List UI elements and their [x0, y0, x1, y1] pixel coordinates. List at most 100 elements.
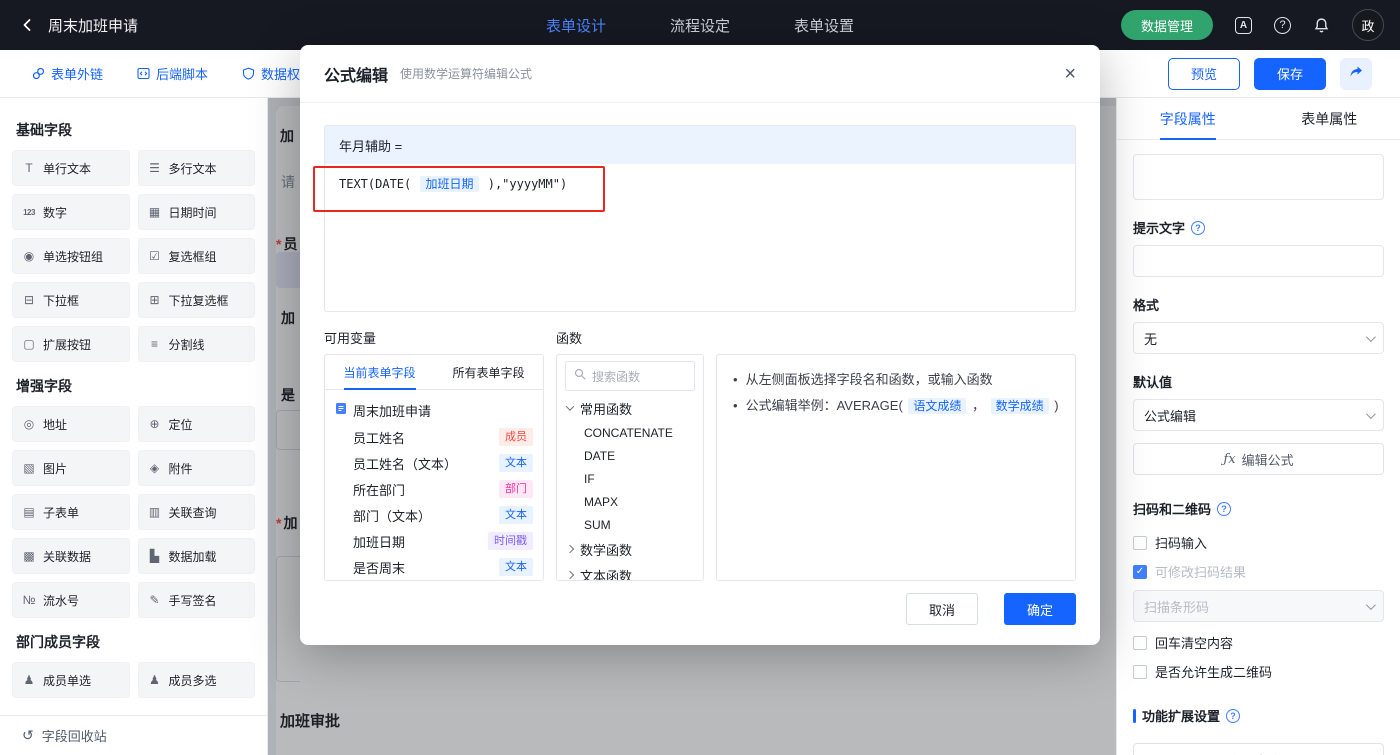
tab-flow-settings[interactable]: 流程设定: [670, 15, 730, 36]
help-icon[interactable]: ?: [1274, 16, 1291, 34]
data-manage-button[interactable]: 数据管理: [1120, 10, 1213, 40]
palette-field-label: 关联数据: [43, 549, 92, 564]
checkbox-scan-input[interactable]: ✓ 扫码输入: [1133, 528, 1384, 557]
tab-form-design[interactable]: 表单设计: [546, 15, 606, 36]
palette-field-radio-group[interactable]: ◉ 单选按钮组: [12, 238, 130, 274]
tab-form-settings[interactable]: 表单设置: [794, 15, 854, 36]
member-multi-icon: ♟: [149, 673, 160, 687]
function-item[interactable]: CONCATENATE: [565, 421, 695, 444]
search-placeholder: 搜索函数: [592, 369, 641, 384]
formula-field-tag[interactable]: 加班日期: [420, 176, 479, 192]
modal-title: 公式编辑: [324, 67, 389, 85]
variable-row[interactable]: 所在部门 部门: [325, 476, 543, 502]
function-item[interactable]: IF: [565, 467, 695, 490]
palette-field-location[interactable]: ⊕ 定位: [137, 406, 255, 442]
add-action-button[interactable]: 添加操作: [1133, 743, 1384, 755]
functions-label: 函数: [556, 331, 583, 346]
recycle-bin-label: 字段回收站: [41, 729, 107, 744]
palette-field-dropdown[interactable]: ⊟ 下拉框: [12, 282, 130, 318]
palette-field-member-multi[interactable]: ♟ 成员多选: [137, 662, 255, 698]
qr-section-title: 扫码和二维码?: [1133, 499, 1384, 518]
tab-field-properties[interactable]: 字段属性: [1117, 98, 1259, 139]
palette-field-label: 附件: [168, 461, 193, 476]
tab-form-properties[interactable]: 表单属性: [1259, 98, 1400, 139]
function-item[interactable]: SUM: [565, 513, 695, 536]
checkbox-checked-icon: ✓: [1133, 564, 1147, 579]
form-node[interactable]: 周末加班申请: [325, 396, 543, 424]
share-button[interactable]: [1340, 57, 1372, 90]
palette-field-address[interactable]: ◎ 地址: [12, 406, 130, 442]
variable-row[interactable]: 员工姓名（文本） 文本: [325, 450, 543, 476]
cancel-button[interactable]: 取消: [906, 593, 978, 625]
palette-field-checkbox-group[interactable]: ☑ 复选框组: [137, 238, 255, 274]
toolbar-link-backend-script[interactable]: 后端脚本: [137, 64, 208, 83]
avatar[interactable]: 政: [1352, 9, 1384, 41]
function-search-input[interactable]: 搜索函数: [565, 361, 695, 391]
variable-row[interactable]: 员工姓名 成员: [325, 424, 543, 450]
back-button[interactable]: [16, 14, 38, 36]
toolbar-link-form-external-link[interactable]: 表单外链: [32, 64, 103, 83]
extension-section-title: 功能扩展设置?: [1133, 706, 1384, 725]
formula-editor-input[interactable]: TEXT(DATE( 加班日期 ),"yyyyMM"): [325, 164, 1075, 311]
tab-all-form-fields[interactable]: 所有表单字段: [434, 355, 543, 389]
preview-button[interactable]: 预览: [1167, 57, 1240, 90]
topbar: 周末加班申请 表单设计 流程设定 表单设置 数据管理 A ? 政: [0, 0, 1400, 50]
palette-field-extend-button[interactable]: ▢ 扩展按钮: [12, 326, 130, 362]
confirm-button[interactable]: 确定: [1004, 593, 1076, 625]
palette-field-multi-line-text[interactable]: ☰ 多行文本: [137, 150, 255, 186]
function-item[interactable]: MAPX: [565, 490, 695, 513]
palette-field-data-load[interactable]: ▙ 数据加载: [137, 538, 255, 574]
function-group[interactable]: 数学函数: [565, 536, 695, 562]
properties-tabs: 字段属性 表单属性: [1117, 98, 1400, 140]
function-item[interactable]: DATE: [565, 444, 695, 467]
variable-type-tag: 部门: [499, 480, 533, 498]
save-button[interactable]: 保存: [1253, 57, 1326, 90]
variable-row[interactable]: 部门（文本） 文本: [325, 502, 543, 528]
field-title-input[interactable]: [1133, 154, 1384, 200]
hint-text-label: 提示文字?: [1133, 218, 1384, 237]
toolbar-actions: 预览 保存: [1167, 57, 1372, 90]
edit-formula-button[interactable]: ƒx 编辑公式: [1133, 443, 1384, 475]
question-circle-icon[interactable]: ?: [1191, 220, 1206, 235]
field-sections: 基础字段 T 单行文本 ☰ 多行文本 123 数字 ▦ 日期时间 ◉ 单选按钮组 ☑ 复选框组 ⊟ 下拉框 ⊞…: [12, 120, 255, 698]
palette-field-dropdown-multi[interactable]: ⊞ 下拉复选框: [137, 282, 255, 318]
attachment-icon: ◈: [149, 461, 160, 475]
palette-field-subform[interactable]: ▤ 子表单: [12, 494, 130, 530]
translate-icon[interactable]: A: [1235, 16, 1252, 34]
share-icon: [1348, 64, 1364, 83]
tab-current-form-fields[interactable]: 当前表单字段: [325, 355, 434, 389]
format-select[interactable]: 无: [1133, 322, 1384, 354]
checkbox-enter-clear[interactable]: ✓ 回车清空内容: [1133, 628, 1384, 657]
palette-field-label: 地址: [43, 417, 68, 432]
palette-field-label: 成员多选: [168, 673, 217, 688]
palette-field-related-data[interactable]: ▩ 关联数据: [12, 538, 130, 574]
topbar-tabs: 表单设计 流程设定 表单设置: [546, 0, 854, 50]
palette-field-serial-number[interactable]: № 流水号: [12, 582, 130, 618]
palette-field-signature[interactable]: ✎ 手写签名: [137, 582, 255, 618]
palette-field-label: 单行文本: [43, 161, 92, 176]
palette-field-related-query[interactable]: ▥ 关联查询: [137, 494, 255, 530]
format-label: 格式: [1133, 298, 1160, 313]
close-icon[interactable]: ×: [1064, 64, 1076, 84]
checkbox-allow-qr[interactable]: ✓ 是否允许生成二维码: [1133, 657, 1384, 686]
bell-icon[interactable]: [1313, 17, 1330, 34]
field-recycle-bin[interactable]: ↺ 字段回收站: [0, 715, 267, 755]
variable-name: 加班日期: [353, 534, 406, 550]
palette-grid: ◎ 地址 ⊕ 定位 ▧ 图片 ◈ 附件 ▤ 子表单 ▥ 关联查询 ▩ 关联数据 ▙ 数据加载 № 流水号 ✎ 手写签名: [12, 406, 255, 618]
default-value-select[interactable]: 公式编辑: [1133, 399, 1384, 431]
palette-field-number[interactable]: 123 数字: [12, 194, 130, 230]
palette-field-attachment[interactable]: ◈ 附件: [137, 450, 255, 486]
modal-panels: 可用变量 当前表单字段 所有表单字段 周末加班申请 员工姓名 成员 员工姓名（文本）…: [324, 328, 1076, 581]
palette-field-member-single[interactable]: ♟ 成员单选: [12, 662, 130, 698]
palette-field-single-line-text[interactable]: T 单行文本: [12, 150, 130, 186]
variable-row[interactable]: 加班日期 时间戳: [325, 528, 543, 554]
checkbox-modify-scan-result[interactable]: ✓ 可修改扫码结果: [1133, 557, 1384, 586]
question-circle-icon[interactable]: ?: [1217, 501, 1232, 516]
help-column: • 从左侧面板选择字段名和函数，或输入函数 • 公式编辑举例：AVERAGE( 语文…: [716, 328, 1076, 581]
palette-field-image[interactable]: ▧ 图片: [12, 450, 130, 486]
question-circle-icon[interactable]: ?: [1226, 708, 1241, 723]
function-group[interactable]: 常用函数: [565, 395, 695, 421]
palette-field-divider[interactable]: ≡ 分割线: [137, 326, 255, 362]
palette-field-datetime[interactable]: ▦ 日期时间: [137, 194, 255, 230]
hint-text-input[interactable]: [1133, 245, 1384, 277]
